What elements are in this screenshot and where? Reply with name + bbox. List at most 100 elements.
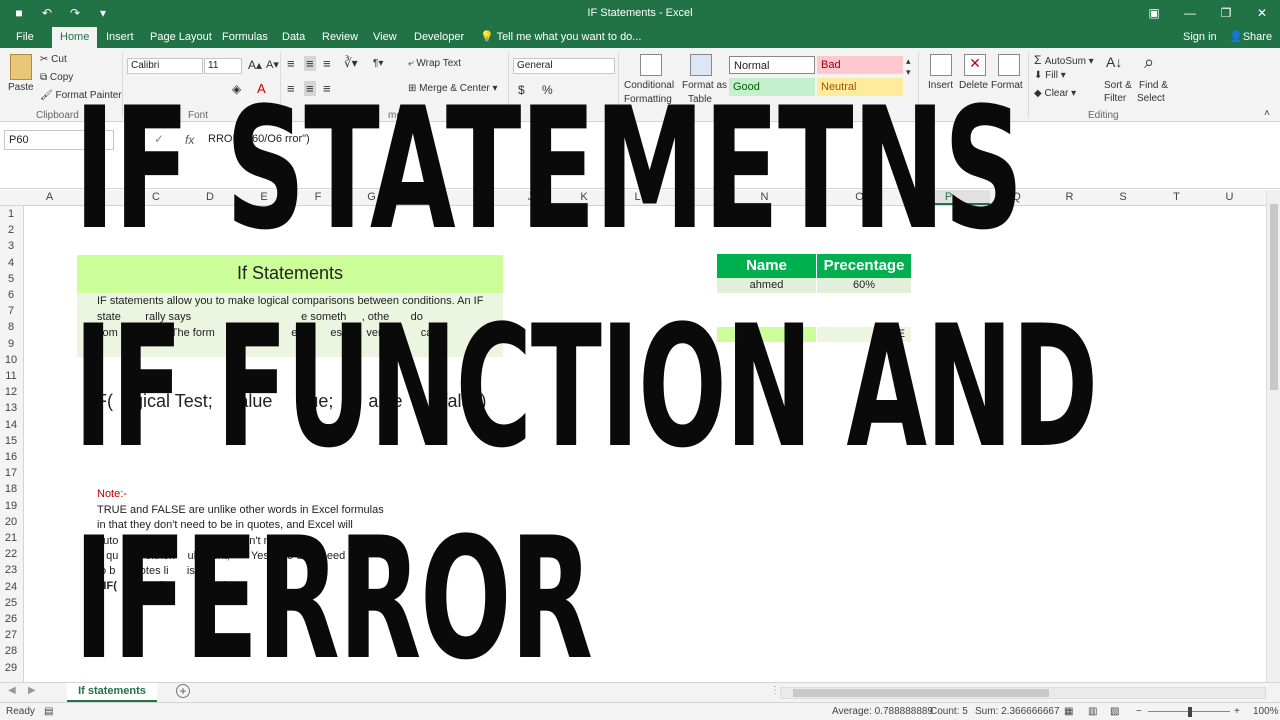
row-header[interactable]: 19 [0,500,22,512]
align-bottom-icon[interactable]: ≡ [323,56,331,71]
collapse-ribbon-icon[interactable]: ˄ [1264,108,1270,119]
zoom-out-icon[interactable]: − [1136,706,1142,717]
tell-me-search[interactable]: 💡 Tell me what you want to do... [480,27,641,48]
fill-button[interactable]: ⬇ Fill ▾ [1034,70,1066,81]
tab-page-layout[interactable]: Page Layout [142,27,220,48]
grow-font-icon[interactable]: A▴ [248,58,262,72]
row-header[interactable]: 5 [0,273,22,285]
overlay-title-line3: IFERROR [74,501,593,697]
row-header[interactable]: 12 [0,386,22,398]
row-header[interactable]: 13 [0,402,22,414]
zoom-in-icon[interactable]: + [1234,706,1240,717]
copy-button[interactable]: ⧉ Copy [40,72,73,83]
row-header[interactable]: 20 [0,516,22,528]
paste-icon[interactable] [10,54,32,80]
eraser-icon: ◆ [1034,88,1045,99]
status-sum: Sum: 2.366666667 [975,706,1060,717]
autosum-button[interactable]: Σ AutoSum ▾ [1034,53,1094,67]
indent-icon[interactable]: ¶▾ [373,58,383,69]
find-select-button[interactable]: Find & [1139,80,1168,91]
horizontal-scrollbar[interactable] [780,687,1266,699]
wrap-text-button[interactable]: ⤶ Wrap Text [408,58,461,69]
row-header[interactable]: 29 [0,662,22,674]
tab-formulas[interactable]: Formulas [214,27,276,48]
status-count: Count: 5 [930,706,968,717]
note-label[interactable]: Note:- [97,488,127,500]
column-header[interactable]: R [1043,191,1096,203]
row-header[interactable]: 26 [0,613,22,625]
tab-review[interactable]: Review [314,27,366,48]
vertical-scroll-thumb[interactable] [1270,204,1278,390]
minimize-icon[interactable]: — [1172,0,1208,27]
page-break-view-icon[interactable]: ▧ [1110,706,1119,717]
add-sheet-icon[interactable]: + [176,684,190,698]
zoom-level[interactable]: 100% [1253,706,1279,717]
row-header[interactable]: 6 [0,289,22,301]
ribbon-options-icon[interactable]: ▣ [1136,0,1172,27]
row-header[interactable]: 10 [0,354,22,366]
next-sheet-icon[interactable]: ▶ [28,685,36,696]
align-middle-icon[interactable]: ≡ [304,56,316,71]
row-header[interactable]: 17 [0,467,22,479]
row-header[interactable]: 21 [0,532,22,544]
row-header[interactable]: 15 [0,435,22,447]
column-header[interactable]: T [1150,191,1203,203]
row-header[interactable]: 24 [0,581,22,593]
macro-record-icon[interactable]: ▤ [44,706,53,717]
align-top-icon[interactable]: ≡ [287,56,295,71]
sign-in-link[interactable]: Sign in [1183,27,1217,48]
tab-insert[interactable]: Insert [98,27,142,48]
sort-filter-icon[interactable]: A↓ [1106,54,1122,70]
tab-file[interactable]: File [8,27,42,48]
sheet-tab-bar: ◀ ▶ If statements + ⋮ [0,682,1280,702]
magnifier-icon[interactable]: ⌕ [1144,52,1154,73]
page-layout-view-icon[interactable]: ▥ [1088,706,1097,717]
row-header[interactable]: 16 [0,451,22,463]
zoom-slider-thumb[interactable] [1188,707,1192,717]
cut-button[interactable]: ✂ Cut [40,54,67,65]
editing-group-label: Editing [1088,110,1119,121]
row-header[interactable]: 28 [0,645,22,657]
vertical-scrollbar[interactable] [1266,190,1280,682]
sheet-tab-if-statements[interactable]: If statements [67,683,157,702]
wrap-text-label: Wrap Text [416,58,462,69]
tab-developer[interactable]: Developer [406,27,472,48]
prev-sheet-icon[interactable]: ◀ [8,685,16,696]
row-header[interactable]: 14 [0,419,22,431]
column-header[interactable]: A [24,191,75,203]
orientation-icon[interactable]: ∛▾ [344,56,358,70]
row-header[interactable]: 8 [0,321,22,333]
row-header[interactable]: 7 [0,305,22,317]
horizontal-scroll-thumb[interactable] [793,689,1049,697]
close-icon[interactable]: ✕ [1244,0,1280,27]
normal-view-icon[interactable]: ▦ [1064,706,1073,717]
share-button[interactable]: 👤Share [1229,27,1272,48]
sort-filter-button[interactable]: Sort & [1104,80,1132,91]
row-header[interactable]: 11 [0,370,22,382]
column-header[interactable]: S [1096,191,1150,203]
row-header[interactable]: 27 [0,629,22,641]
row-header[interactable]: 1 [0,208,22,220]
shrink-font-icon[interactable]: A▾ [266,58,279,71]
row-header[interactable]: 23 [0,564,22,576]
paintbrush-icon: 🖌 [40,90,56,101]
row-header[interactable]: 4 [0,257,22,269]
row-header[interactable]: 3 [0,240,22,252]
paste-button[interactable]: Paste [8,82,34,93]
tab-view[interactable]: View [365,27,405,48]
row-header[interactable]: 9 [0,338,22,350]
row-header[interactable]: 22 [0,548,22,560]
row-header[interactable]: 2 [0,224,22,236]
ribbon-tabs: File Home Insert Page Layout Formulas Da… [0,27,1280,48]
overlay-title-line2: IF FUNCTION AND [74,289,1098,485]
share-icon: 👤 [1229,31,1243,43]
clear-button[interactable]: ◆ Clear ▾ [1034,88,1076,99]
tab-split-icon[interactable]: ⋮ [770,685,780,696]
window-title: IF Statements - Excel [587,7,693,19]
row-header[interactable]: 25 [0,597,22,609]
row-header[interactable]: 18 [0,483,22,495]
tab-home[interactable]: Home [52,27,98,48]
restore-icon[interactable]: ❐ [1208,0,1244,27]
column-header[interactable]: U [1203,191,1256,203]
tab-data[interactable]: Data [274,27,313,48]
